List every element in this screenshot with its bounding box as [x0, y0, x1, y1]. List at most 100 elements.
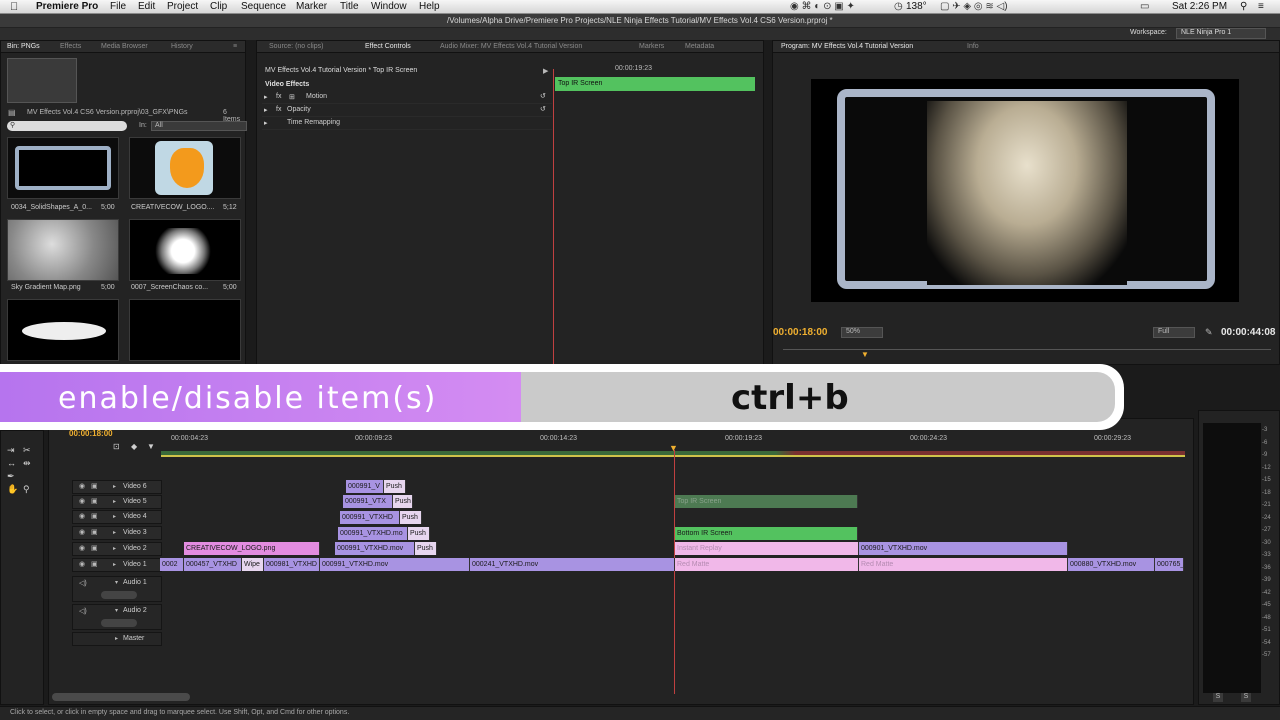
- track-header-video3[interactable]: ◉ ▣ ▸ Video 3: [72, 526, 162, 540]
- tab-metadata[interactable]: Metadata: [685, 43, 714, 50]
- timeline-current-time[interactable]: 00:00:18:00: [69, 429, 113, 438]
- track-expand-icon[interactable]: ▾: [115, 579, 118, 586]
- clip-v4-000991[interactable]: 000991_VTXHD: [340, 511, 400, 524]
- tab-program[interactable]: Program: MV Effects Vol.4 Tutorial Versi…: [781, 43, 913, 50]
- clip-v1-000241[interactable]: 000241_VTXHD.mov: [470, 558, 675, 571]
- timeline-playhead-line[interactable]: [674, 450, 675, 694]
- clip-v3-000991[interactable]: 000991_VTXHD.mo: [338, 527, 408, 540]
- apple-icon[interactable]: : [10, 1, 18, 13]
- thumb-sky-gradient[interactable]: [7, 219, 119, 281]
- cpu-temp[interactable]: 138°: [906, 1, 927, 12]
- zoom-select[interactable]: 50%: [841, 327, 883, 338]
- track-header-video5[interactable]: ◉ ▣ ▸ Video 5: [72, 495, 162, 509]
- track-eye-icon[interactable]: ◉: [79, 497, 85, 505]
- clip-v2-000991[interactable]: 000991_VTXHD.mov: [335, 542, 415, 555]
- menu-window[interactable]: Window: [371, 1, 407, 12]
- reset-motion-icon[interactable]: ↺: [540, 92, 546, 100]
- solo-right-button[interactable]: S: [1241, 693, 1251, 702]
- tab-markers[interactable]: Markers: [639, 43, 664, 50]
- ec-clip-bar[interactable]: Top IR Screen: [555, 77, 755, 91]
- track-lock-icon[interactable]: ▣: [91, 560, 98, 568]
- track-expand-icon[interactable]: ▾: [115, 607, 118, 614]
- clip-v1-000991[interactable]: 000991_VTXHD.mov: [320, 558, 470, 571]
- track-header-audio2[interactable]: ◁) ▾ Audio 2: [72, 604, 162, 630]
- tab-source[interactable]: Source: (no clips): [269, 43, 323, 50]
- pen-tool-icon[interactable]: ✒: [7, 471, 15, 482]
- work-area-line[interactable]: [161, 455, 1185, 457]
- clip-v1-000981[interactable]: 000981_VTXHD: [264, 558, 320, 571]
- transition-v1-wipe[interactable]: Wipe: [242, 558, 264, 571]
- hand-tool-icon[interactable]: ✋: [7, 484, 18, 495]
- fx-badge-opacity[interactable]: fx: [276, 106, 281, 113]
- menu-edit[interactable]: Edit: [138, 1, 155, 12]
- menu-clip[interactable]: Clip: [210, 1, 227, 12]
- menu-help[interactable]: Help: [419, 1, 440, 12]
- tab-bin-pngs[interactable]: Bin: PNGs: [7, 43, 40, 50]
- thumb-solidshapes[interactable]: [7, 137, 119, 199]
- solo-left-button[interactable]: S: [1213, 693, 1223, 702]
- menubar-clock[interactable]: Sat 2:26 PM: [1172, 1, 1227, 12]
- track-expand-icon[interactable]: ▸: [113, 513, 116, 520]
- track-eye-icon[interactable]: ◉: [79, 482, 85, 490]
- time-machine-icon[interactable]: ◷: [894, 1, 903, 12]
- snap-icon[interactable]: ⊡: [113, 442, 120, 451]
- program-current-timecode[interactable]: 00:00:18:00: [773, 327, 827, 338]
- clip-v1-red-matte-2[interactable]: Red Matte: [859, 558, 1068, 571]
- clip-v1-0002[interactable]: 0002: [160, 558, 184, 571]
- effect-row-motion[interactable]: ▸ fx ⊞ Motion ↺: [262, 92, 552, 104]
- workspace-select[interactable]: NLE Ninja Pro 1: [1176, 28, 1266, 39]
- thumb-banner[interactable]: [7, 299, 119, 361]
- track-header-video1[interactable]: ◉ ▣ ▸ Video 1: [72, 558, 162, 572]
- in-filter-select[interactable]: All: [151, 121, 247, 131]
- menubar-status-icons[interactable]: ◉ ⌘ ◐ ⊙ ▣ ✦: [790, 1, 855, 12]
- track-expand-icon[interactable]: ▸: [113, 561, 116, 568]
- motion-transform-icon[interactable]: ⊞: [289, 93, 295, 101]
- speaker-icon[interactable]: ◁): [79, 607, 87, 615]
- track-lock-icon[interactable]: ▣: [91, 497, 98, 505]
- track-header-audio1[interactable]: ◁) ▾ Audio 1: [72, 576, 162, 602]
- search-input[interactable]: ⚲: [7, 121, 127, 131]
- track-eye-icon[interactable]: ◉: [79, 512, 85, 520]
- effect-row-opacity[interactable]: ▸ fx Opacity ↺: [262, 105, 552, 117]
- menu-project[interactable]: Project: [167, 1, 198, 12]
- tab-info[interactable]: Info: [967, 43, 979, 50]
- track-header-master[interactable]: ▸ Master: [72, 632, 162, 646]
- track-lock-icon[interactable]: ▣: [91, 512, 98, 520]
- spotlight-icon[interactable]: ⚲: [1240, 1, 1247, 12]
- track-expand-icon[interactable]: ▸: [113, 545, 116, 552]
- speaker-icon[interactable]: ◁): [79, 579, 87, 587]
- tab-audio-mixer[interactable]: Audio Mixer: MV Effects Vol.4 Tutorial V…: [440, 43, 582, 50]
- transition-v3-push[interactable]: Push: [408, 527, 430, 540]
- fx-badge-motion[interactable]: fx: [276, 93, 281, 100]
- clip-v5-000991[interactable]: 000991_VTX: [343, 495, 393, 508]
- ec-playhead[interactable]: [553, 69, 554, 366]
- audio2-volume-slider[interactable]: [101, 619, 137, 627]
- status-icons-right[interactable]: ▢ ✈ ◈ ◎ ≋ ◁): [940, 1, 1008, 12]
- marker-add-icon[interactable]: ◆: [131, 442, 137, 451]
- clip-v3-bottom-ir-screen[interactable]: Bottom IR Screen: [675, 527, 858, 540]
- timeline-scrollbar[interactable]: [52, 693, 190, 701]
- track-lock-icon[interactable]: ▣: [91, 544, 98, 552]
- track-lock-icon[interactable]: ▣: [91, 528, 98, 536]
- transition-v4-push[interactable]: Push: [400, 511, 422, 524]
- track-header-video6[interactable]: ◉ ▣ ▸ Video 6: [72, 480, 162, 494]
- ec-play-icon[interactable]: ▶: [543, 67, 548, 75]
- transition-v2-push[interactable]: Push: [415, 542, 437, 555]
- program-video-frame[interactable]: [811, 79, 1239, 302]
- tab-history[interactable]: History: [171, 43, 193, 50]
- thumb-black[interactable]: [129, 299, 241, 361]
- track-expand-icon[interactable]: ▸: [113, 483, 116, 490]
- menu-marker[interactable]: Marker: [296, 1, 327, 12]
- menu-file[interactable]: File: [110, 1, 126, 12]
- clip-v2-000901[interactable]: 000901_VTXHD.mov: [859, 542, 1068, 555]
- program-playhead-marker[interactable]: ▼: [861, 350, 869, 359]
- track-select-tool-icon[interactable]: ⇥: [7, 445, 15, 456]
- menu-title[interactable]: Title: [340, 1, 359, 12]
- menu-sequence[interactable]: Sequence: [241, 1, 286, 12]
- tab-effects[interactable]: Effects: [60, 43, 81, 50]
- transition-v6-push[interactable]: Push: [384, 480, 406, 493]
- clip-v6-000991[interactable]: 000991_V: [346, 480, 384, 493]
- expand-opacity-icon[interactable]: ▸: [264, 106, 268, 114]
- clip-v2-instant-replay[interactable]: Instant Replay: [675, 542, 859, 555]
- quality-select[interactable]: Full: [1153, 327, 1195, 338]
